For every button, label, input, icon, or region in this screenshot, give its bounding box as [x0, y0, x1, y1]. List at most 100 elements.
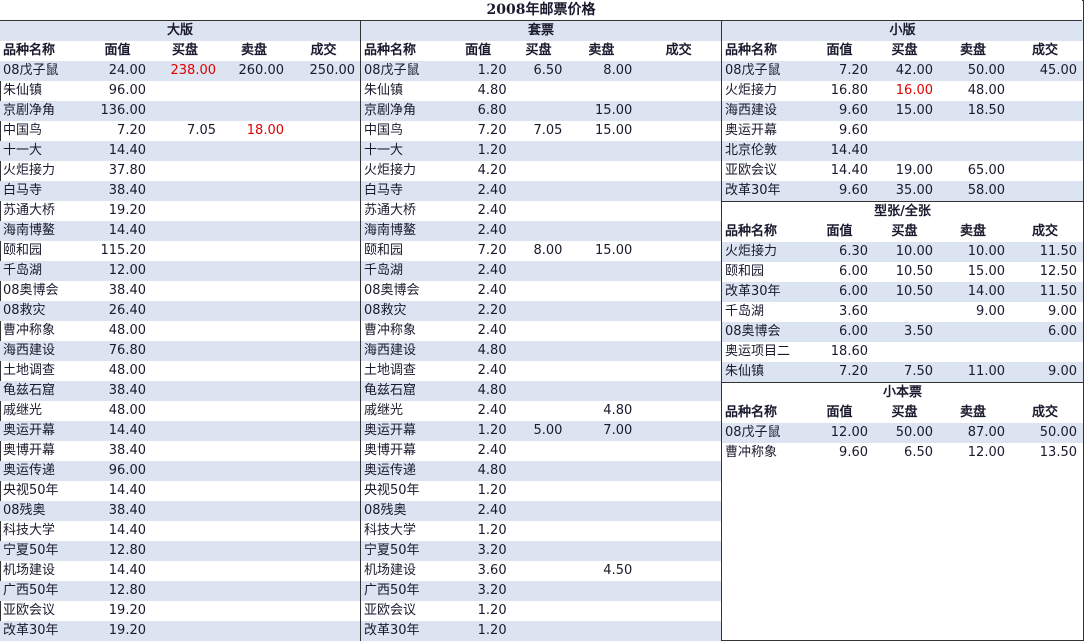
cell-name: 曹冲称象 — [3, 323, 56, 338]
cell-buy: 10.50 — [895, 284, 933, 299]
cell-name: 央视50年 — [364, 483, 420, 498]
table-row: 颐和园 7.20 8.00 15.00 — [361, 241, 721, 261]
cell-face: 14.40 — [108, 423, 146, 438]
cell-buy — [511, 601, 567, 621]
header-name: 品种名称 — [725, 43, 778, 58]
cell-name: 08戊子鼠 — [725, 425, 781, 440]
table-row: 千岛湖 2.40 — [361, 261, 721, 281]
cell-buy — [150, 521, 220, 541]
cell-sell: 18.00 — [246, 123, 284, 138]
cell-name: 苏通大桥 — [3, 203, 56, 218]
cell-face: 4.80 — [477, 343, 507, 358]
cell-name: 08戊子鼠 — [364, 63, 420, 78]
cell-buy — [150, 541, 220, 561]
column-header-row: 品种名称 面值 买盘 卖盘 成交 — [0, 41, 360, 61]
table-row: 颐和园 6.00 10.50 15.00 12.50 — [722, 262, 1083, 282]
cell-sell: 4.50 — [603, 563, 633, 578]
cell-deal — [636, 601, 721, 621]
cell-face: 76.80 — [108, 343, 146, 358]
cell-name: 北京伦敦 — [725, 143, 778, 158]
cell-buy — [150, 601, 220, 621]
cell-buy — [150, 421, 220, 441]
cell-buy — [511, 81, 567, 101]
cell-sell — [566, 541, 636, 561]
table-row: 曹冲称象 9.60 6.50 12.00 13.50 — [722, 443, 1083, 463]
cell-name: 改革30年 — [725, 284, 781, 299]
cell-name: 改革30年 — [725, 183, 781, 198]
header-face: 面值 — [826, 224, 853, 239]
table-row: 戚继光 2.40 4.80 — [361, 401, 721, 421]
table-row: 颐和园 115.20 — [0, 241, 360, 261]
cell-sell — [220, 441, 288, 461]
section-title: 套票 — [361, 21, 721, 41]
cell-face: 14.40 — [830, 143, 868, 158]
cell-buy — [511, 201, 567, 221]
table-row: 土地调查 48.00 — [0, 361, 360, 381]
cell-sell — [220, 101, 288, 121]
cell-name: 奥运开幕 — [364, 423, 417, 438]
cell-deal — [288, 281, 359, 301]
table-row: 火炬接力 4.20 — [361, 161, 721, 181]
cell-name: 龟兹石窟 — [364, 383, 417, 398]
cell-name: 中国鸟 — [364, 123, 404, 138]
table-row: 中国鸟 7.20 7.05 15.00 — [361, 121, 721, 141]
table-row: 海南博鳌 2.40 — [361, 221, 721, 241]
cell-name: 海西建设 — [364, 343, 417, 358]
cell-sell: 50.00 — [967, 63, 1005, 78]
cell-name: 火炬接力 — [725, 83, 778, 98]
table-row: 奥运项目二 18.60 — [722, 342, 1083, 362]
cell-buy: 6.50 — [533, 63, 563, 78]
cell-sell — [220, 221, 288, 241]
cell-buy — [150, 441, 220, 461]
table-row: 亚欧会议 19.20 — [0, 601, 360, 621]
cell-sell: 15.00 — [595, 243, 633, 258]
cell-sell — [566, 381, 636, 401]
cell-sell — [566, 321, 636, 341]
cell-face: 2.40 — [477, 363, 507, 378]
cell-buy — [511, 521, 567, 541]
cell-sell — [220, 401, 288, 421]
cell-face: 6.00 — [839, 284, 868, 299]
cell-buy — [150, 301, 220, 321]
cell-deal — [636, 221, 721, 241]
header-sell: 卖盘 — [959, 43, 986, 58]
cell-face: 115.20 — [100, 243, 147, 258]
header-sell: 卖盘 — [959, 224, 986, 239]
cell-name: 苏通大桥 — [364, 203, 417, 218]
cell-buy — [511, 341, 567, 361]
table-row: 曹冲称象 48.00 — [0, 321, 360, 341]
cell-deal: 6.00 — [1048, 324, 1077, 339]
cell-face: 19.20 — [108, 603, 146, 618]
cell-buy — [150, 281, 220, 301]
table-row: 白马寺 2.40 — [361, 181, 721, 201]
cell-name: 戚继光 — [364, 403, 404, 418]
cell-deal — [636, 161, 721, 181]
cell-face: 2.40 — [477, 443, 507, 458]
cell-deal: 250.00 — [309, 63, 356, 78]
cell-sell: 15.00 — [967, 264, 1005, 279]
cell-buy — [511, 101, 567, 121]
cell-deal — [288, 461, 359, 481]
cell-buy — [511, 221, 567, 241]
cell-sell: 18.50 — [967, 103, 1005, 118]
cell-name: 火炬接力 — [364, 163, 417, 178]
cell-deal — [636, 561, 721, 581]
cell-face: 24.00 — [108, 63, 146, 78]
cell-deal: 50.00 — [1039, 425, 1077, 440]
cell-buy — [150, 161, 220, 181]
header-sell: 卖盘 — [959, 405, 986, 420]
cell-name: 海西建设 — [725, 103, 778, 118]
cell-face: 2.40 — [477, 503, 507, 518]
cell-sell — [220, 141, 288, 161]
cell-sell — [937, 121, 1009, 141]
table-row: 朱仙镇 7.20 7.50 11.00 9.00 — [722, 362, 1083, 382]
cell-buy — [511, 481, 567, 501]
cell-deal — [288, 201, 359, 221]
cell-deal — [636, 361, 721, 381]
cell-deal — [288, 481, 359, 501]
cell-sell — [220, 621, 288, 641]
cell-face: 1.20 — [477, 623, 507, 638]
cell-buy: 6.50 — [904, 445, 933, 460]
cell-deal — [288, 241, 359, 261]
table-row: 改革30年 1.20 — [361, 621, 721, 641]
